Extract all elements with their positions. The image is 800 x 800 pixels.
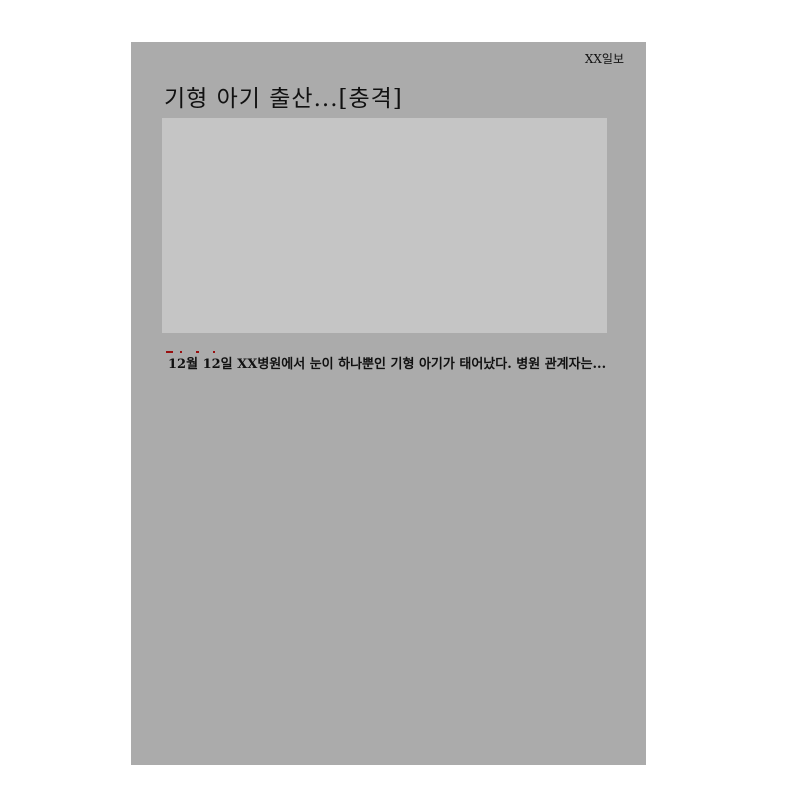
article-body: 12월 12일 XX병원에서 눈이 하나뿐인 기형 아기가 태어났다. 병원 관… xyxy=(168,357,607,372)
red-mark xyxy=(196,351,199,353)
newspaper-page: XX일보 기형 아기 출산...[충격] 12월 12일 XX병원에서 눈이 하… xyxy=(131,42,646,765)
red-mark xyxy=(180,351,182,353)
red-mark xyxy=(213,351,215,353)
photo-placeholder xyxy=(162,118,607,333)
red-mark xyxy=(166,351,173,353)
headline: 기형 아기 출산...[충격] xyxy=(164,86,403,112)
publisher-name: XX일보 xyxy=(584,52,624,66)
